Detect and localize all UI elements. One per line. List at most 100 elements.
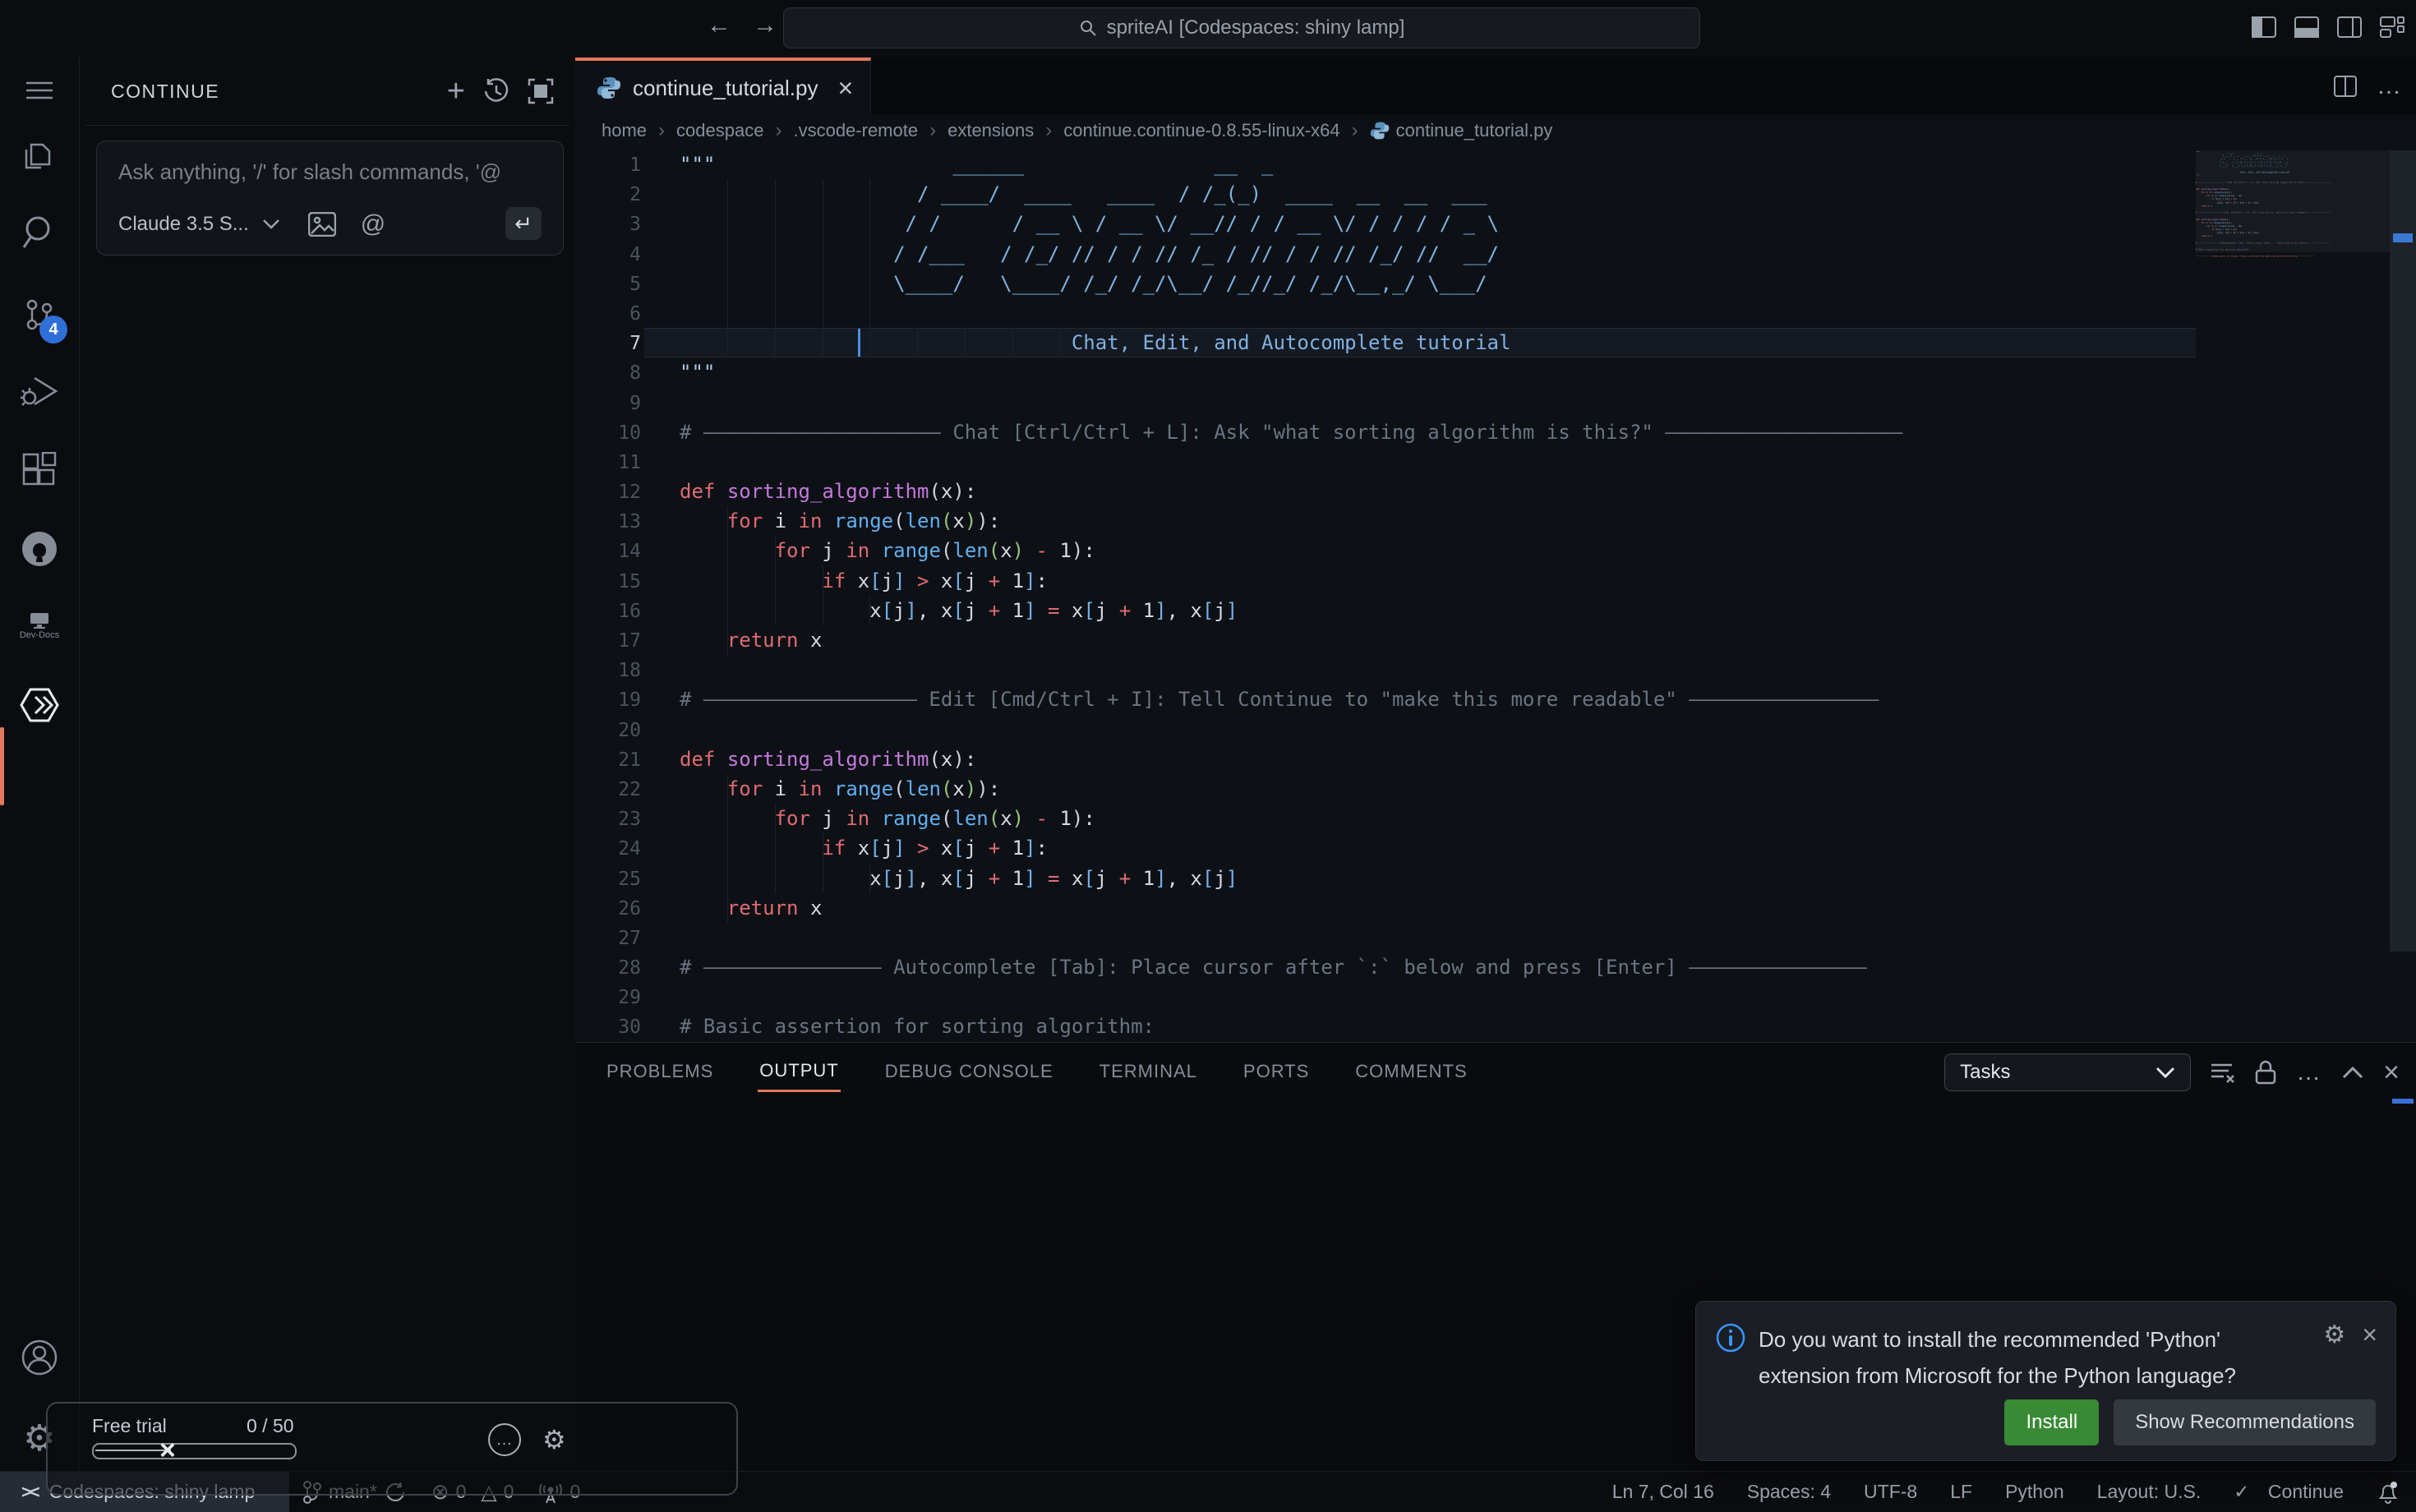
dev-docs-icon[interactable]: Dev-Docs (0, 593, 79, 659)
menu-icon[interactable] (0, 58, 79, 123)
fullscreen-icon[interactable] (528, 78, 554, 104)
code-line-20[interactable]: 20 (575, 715, 2416, 744)
minimap-viewport[interactable] (2196, 150, 2390, 252)
lock-icon[interactable] (2255, 1060, 2276, 1085)
code-line-27[interactable]: 27 (575, 923, 2416, 952)
code-line-18[interactable]: 18 (575, 655, 2416, 685)
notification-close-icon[interactable]: × (2362, 1320, 2377, 1350)
code-line-14[interactable]: 14 for j in range(len(x) - 1): (575, 536, 2416, 565)
search-icon[interactable] (0, 199, 79, 265)
panel-tab-ports[interactable]: PORTS (1242, 1054, 1311, 1090)
scm-badge: 4 (39, 316, 67, 343)
mention-icon[interactable]: @ (361, 210, 385, 238)
cursor-position-item[interactable]: Ln 7, Col 16 (1612, 1481, 1714, 1503)
bell-icon (2377, 1480, 2400, 1505)
toggle-secondary-sidebar-icon[interactable] (2337, 16, 2362, 38)
panel-tab-comments[interactable]: COMMENTS (1353, 1054, 1469, 1090)
code-line-30[interactable]: 30# Basic assertion for sorting algorith… (575, 1012, 2416, 1041)
code-line-3[interactable]: 3 / / / __ \ / __ \/ __// / / __ \/ / / … (575, 209, 2416, 238)
breadcrumb-item[interactable]: continue.continue-0.8.55-linux-x64 (1063, 120, 1339, 141)
panel-tab-debug-console[interactable]: DEBUG CONSOLE (883, 1054, 1055, 1090)
customize-layout-icon[interactable] (2380, 16, 2404, 38)
code-line-28[interactable]: 28# ——————————————— Autocomplete [Tab]: … (575, 952, 2416, 982)
command-center-search[interactable]: spriteAI [Codespaces: shiny lamp] (783, 7, 1700, 48)
code-line-10[interactable]: 10# ———————————————————— Chat [Ctrl/Ctrl… (575, 417, 2416, 447)
code-line-5[interactable]: 5 \____/ \____/ /_/ /_/\__/ /_//_/ /_/\_… (575, 269, 2416, 298)
indentation-item[interactable]: Spaces: 4 (1747, 1481, 1831, 1503)
code-line-16[interactable]: 16 x[j], x[j + 1] = x[j + 1], x[j] (575, 596, 2416, 625)
breadcrumb-item[interactable]: continue_tutorial.py (1370, 120, 1553, 141)
code-line-22[interactable]: 22 for i in range(len(x)): (575, 774, 2416, 804)
clear-output-icon[interactable] (2211, 1061, 2235, 1084)
code-line-2[interactable]: 2 / ____/ ____ ____ / /_(_) ____ __ __ _… (575, 179, 2416, 209)
code-line-4[interactable]: 4 / /___ / /_/ // / / // /_ / // / / // … (575, 239, 2416, 269)
panel-tab-problems[interactable]: PROBLEMS (605, 1054, 715, 1090)
breadcrumb-item[interactable]: extensions (947, 120, 1034, 141)
maximize-panel-icon[interactable] (2342, 1066, 2363, 1079)
extensions-icon[interactable] (0, 437, 79, 503)
progress-marker-icon[interactable]: × (159, 1435, 176, 1467)
code-line-24[interactable]: 24 if x[j] > x[j + 1]: (575, 833, 2416, 863)
show-recommendations-button[interactable]: Show Recommendations (2114, 1399, 2376, 1445)
code-line-9[interactable]: 9 (575, 388, 2416, 417)
code-line-29[interactable]: 29 (575, 982, 2416, 1012)
code-line-23[interactable]: 23 for j in range(len(x) - 1): (575, 804, 2416, 833)
notifications-bell[interactable] (2377, 1480, 2400, 1505)
free-trial-progress[interactable]: × (92, 1443, 297, 1459)
code-editor[interactable]: 1""" ______ __ _2 / ____/ ____ ____ / /_… (575, 146, 2416, 1042)
source-control-icon[interactable]: 4 (0, 283, 79, 348)
panel-tab-terminal[interactable]: TERMINAL (1098, 1054, 1199, 1090)
code-line-25[interactable]: 25 x[j], x[j + 1] = x[j + 1], x[j] (575, 864, 2416, 893)
history-icon[interactable] (483, 78, 509, 104)
tab-close-icon[interactable]: × (837, 73, 853, 104)
new-session-icon[interactable]: + (447, 74, 465, 109)
output-channel-select[interactable]: Tasks (1944, 1053, 2191, 1091)
editor-scrollbar[interactable] (2390, 150, 2416, 952)
code-line-13[interactable]: 13 for i in range(len(x)): (575, 506, 2416, 536)
layout-item[interactable]: Layout: U.S. (2097, 1481, 2202, 1503)
code-line-19[interactable]: 19# —————————————————— Edit [Cmd/Ctrl + … (575, 685, 2416, 714)
code-line-8[interactable]: 8""" (575, 357, 2416, 387)
code-line-6[interactable]: 6 (575, 298, 2416, 328)
explorer-icon[interactable] (0, 123, 79, 189)
chevron-down-icon[interactable] (262, 219, 280, 230)
trial-settings-icon[interactable]: ⚙ (542, 1424, 566, 1455)
code-line-12[interactable]: 12def sorting_algorithm(x): (575, 477, 2416, 506)
chat-input-card[interactable]: Ask anything, '/' for slash commands, '@… (96, 141, 564, 256)
split-editor-icon[interactable] (2334, 76, 2357, 97)
code-line-21[interactable]: 21def sorting_algorithm(x): (575, 744, 2416, 774)
panel-more-icon[interactable]: … (2296, 1058, 2322, 1086)
github-icon[interactable] (0, 516, 79, 582)
code-line-17[interactable]: 17 return x (575, 625, 2416, 655)
model-selector[interactable]: Claude 3.5 S... (118, 213, 249, 236)
run-debug-icon[interactable] (0, 358, 79, 424)
eol-item[interactable]: LF (1950, 1481, 1972, 1503)
code-line-11[interactable]: 11 (575, 447, 2416, 477)
close-panel-icon[interactable]: × (2383, 1057, 2400, 1089)
breadcrumb-item[interactable]: .vscode-remote (793, 120, 918, 141)
continue-extension-icon[interactable] (0, 672, 79, 738)
submit-enter-button[interactable]: ↵ (505, 207, 542, 240)
language-item[interactable]: Python (2005, 1481, 2064, 1503)
breadcrumb-item[interactable]: codespace (676, 120, 763, 141)
toggle-panel-icon[interactable] (2294, 16, 2319, 38)
toggle-primary-sidebar-icon[interactable] (2252, 16, 2276, 38)
continue-status-item[interactable]: ✓ Continue (2234, 1481, 2344, 1503)
code-line-7[interactable]: 7 Chat, Edit, and Autocomplete tutorial (575, 328, 2416, 357)
notification-settings-icon[interactable]: ⚙ (2323, 1321, 2345, 1349)
code-line-1[interactable]: 1""" ______ __ _ (575, 150, 2416, 179)
minimap[interactable]: """ ______ __ _ / ____/ ____ ____ / /_(_… (2196, 150, 2390, 611)
more-actions-icon[interactable]: … (2377, 72, 2403, 100)
accounts-icon[interactable] (0, 1325, 79, 1390)
install-button[interactable]: Install (2004, 1399, 2099, 1445)
encoding-item[interactable]: UTF-8 (1864, 1481, 1917, 1503)
panel-tab-output[interactable]: OUTPUT (758, 1053, 840, 1092)
breadcrumb-item[interactable]: home (602, 120, 647, 141)
forward-icon[interactable]: → (753, 12, 777, 39)
back-icon[interactable]: ← (707, 12, 731, 39)
code-line-15[interactable]: 15 if x[j] > x[j + 1]: (575, 566, 2416, 596)
image-icon[interactable] (308, 212, 336, 237)
feedback-icon[interactable]: … (488, 1423, 521, 1456)
tab-continue-tutorial[interactable]: continue_tutorial.py × (575, 58, 871, 115)
code-line-26[interactable]: 26 return x (575, 893, 2416, 923)
